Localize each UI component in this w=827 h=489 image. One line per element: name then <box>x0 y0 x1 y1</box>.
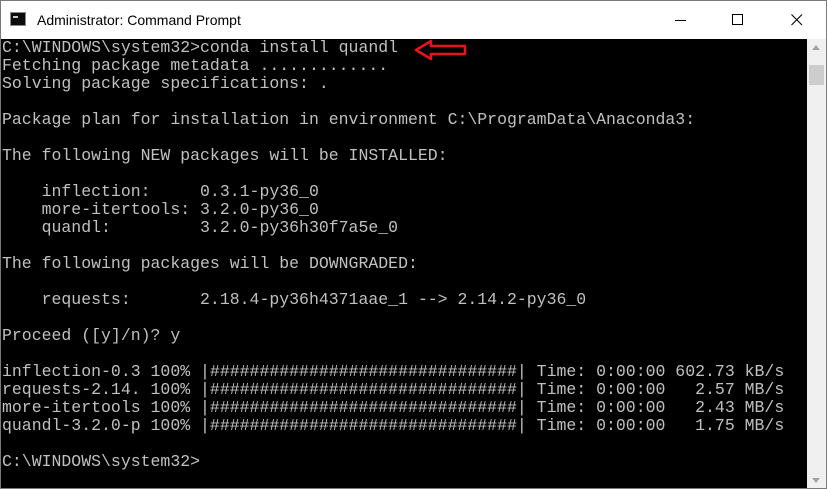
console-line: quandl: 3.2.0-py36h30f7a5e_0 <box>2 218 399 237</box>
minimize-icon <box>675 20 686 21</box>
console-line: more-itertools: 3.2.0-py36_0 <box>2 200 319 219</box>
close-icon <box>791 14 803 26</box>
console-output[interactable]: C:\WINDOWS\system32>conda install quandl… <box>1 39 807 488</box>
console-line: Fetching package metadata ............. <box>2 56 389 75</box>
maximize-button[interactable] <box>715 1 761 39</box>
close-button[interactable] <box>774 1 820 39</box>
console-line: C:\WINDOWS\system32> <box>2 452 201 471</box>
console-line: inflection: 0.3.1-py36_0 <box>2 182 319 201</box>
title-bar[interactable]: Administrator: Command Prompt <box>1 1 826 39</box>
maximize-icon <box>732 14 743 25</box>
console-line: Package plan for installation in environ… <box>2 110 696 129</box>
console-line: Solving package specifications: . <box>2 74 329 93</box>
command-prompt-window: Administrator: Command Prompt C:\WINDOWS… <box>0 0 827 489</box>
console-line: requests-2.14. 100% |###################… <box>2 380 785 399</box>
scroll-up-arrow-icon[interactable] <box>807 39 826 56</box>
red-arrow-icon <box>414 39 467 61</box>
command-prompt-icon[interactable] <box>10 12 26 26</box>
window-title: Administrator: Command Prompt <box>37 12 241 28</box>
console-line: The following packages will be DOWNGRADE… <box>2 254 418 273</box>
console-line: more-itertools 100% |###################… <box>2 398 785 417</box>
minimize-button[interactable] <box>658 1 704 39</box>
console-line: quandl-3.2.0-p 100% |###################… <box>2 416 785 435</box>
console-line: The following NEW packages will be INSTA… <box>2 146 448 165</box>
scrollbar-thumb[interactable] <box>809 65 824 85</box>
console-line: Proceed ([y]/n)? y <box>2 326 181 345</box>
console-line: C:\WINDOWS\system32>conda install quandl <box>2 39 399 57</box>
console-line: requests: 2.18.4-py36h4371aae_1 --> 2.14… <box>2 290 587 309</box>
scroll-down-arrow-icon[interactable] <box>807 472 826 488</box>
console-text: C:\WINDOWS\system32>conda install quandl… <box>1 39 807 471</box>
vertical-scrollbar[interactable] <box>807 39 826 488</box>
console-line: inflection-0.3 100% |###################… <box>2 362 785 381</box>
